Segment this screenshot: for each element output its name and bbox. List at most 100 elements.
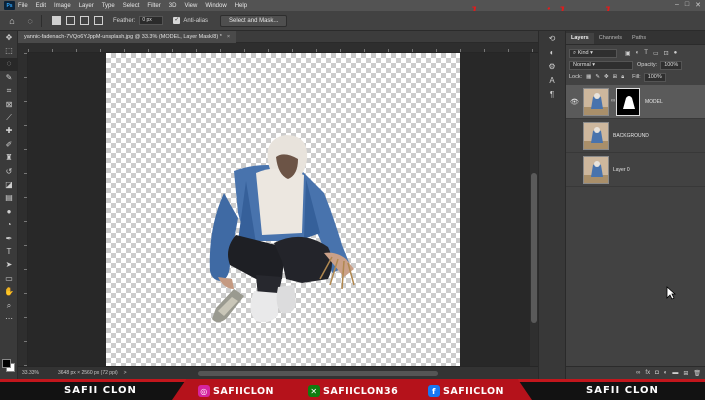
select-and-mask-button[interactable]: Select and Mask... [220,14,288,27]
layer-mask-thumbnail[interactable] [616,88,640,116]
marquee-tool-icon[interactable]: ⬚ [0,44,18,57]
menu-edit[interactable]: Edit [36,3,46,9]
frame-tool-icon[interactable]: ⊠ [0,98,18,111]
layer-name[interactable]: Layer 0 [613,167,630,173]
properties-panel-icon[interactable]: ⚙ [539,59,565,73]
lasso-tool-preset-icon[interactable]: ◌ [24,15,36,27]
adjustments-panel-icon[interactable]: ◐ [539,45,565,59]
menu-image[interactable]: Image [54,3,71,9]
tab-channels[interactable]: Channels [594,33,627,44]
pixel-filter-icon[interactable]: ▣ [625,50,631,57]
photoshop-logo: Ps [4,1,15,10]
document-canvas[interactable] [106,53,460,366]
adjustment-filter-icon[interactable]: ◐ [636,50,640,57]
vertical-ruler[interactable] [18,53,28,366]
layer-name[interactable]: BACKGROUND [613,133,649,139]
zoom-level[interactable]: 33.33% [22,370,52,376]
feather-input[interactable]: 0 px [139,16,164,25]
subtract-from-selection-icon[interactable] [80,16,89,25]
history-panel-icon[interactable]: ⟲ [539,31,565,45]
menu-file[interactable]: File [18,3,28,9]
instagram-handle: ◎ SAFIICLON [198,385,274,397]
color-swatches[interactable] [2,359,16,373]
menu-3d[interactable]: 3D [169,3,177,9]
shape-filter-icon[interactable]: ▭ [653,50,659,57]
lock-artboard-icon[interactable]: ⊞ [613,74,618,80]
mask-link-icon[interactable]: ∞ [611,98,615,104]
tab-layers[interactable]: Layers [566,33,594,44]
lock-transparency-icon[interactable]: ▦ [586,74,591,80]
new-selection-icon[interactable] [52,16,61,25]
horizontal-scrollbar[interactable] [198,371,438,376]
foreground-color-swatch[interactable] [2,359,11,368]
eyedropper-tool-icon[interactable]: ⟋ [0,111,18,124]
menu-view[interactable]: View [184,3,197,9]
lasso-tool-icon[interactable]: ◌ [0,57,18,72]
tab-paths[interactable]: Paths [627,33,651,44]
menu-help[interactable]: Help [235,3,247,9]
rectangle-tool-icon[interactable]: ▭ [0,272,18,285]
menu-filter[interactable]: Filter [147,3,160,9]
horizontal-ruler[interactable] [28,43,538,53]
layer-row-background[interactable]: BACKGROUND [566,119,705,153]
layer-row-model[interactable]: 👁︎ ∞ MODEL [566,85,705,119]
hand-tool-icon[interactable]: ✋ [0,285,18,298]
visibility-eye-icon[interactable]: 👁︎ [570,98,579,106]
close-button[interactable]: ✕ [695,1,701,9]
layer-style-icon[interactable]: fx [645,370,650,376]
new-adjustment-layer-icon[interactable]: ◐ [664,370,668,376]
delete-layer-icon[interactable]: 🗑︎ [693,370,701,377]
document-tab[interactable]: yannic-fadenach-7VQo6YJppM-unsplash.jpg … [18,31,237,43]
link-layers-icon[interactable]: ∞ [636,370,640,376]
new-group-icon[interactable]: ▬ [672,370,678,376]
model-cutout-image [209,135,355,323]
path-selection-tool-icon[interactable]: ➤ [0,259,18,272]
menu-layer[interactable]: Layer [79,3,94,9]
menu-type[interactable]: Type [102,3,115,9]
pen-tool-icon[interactable]: ✒ [0,232,18,245]
quick-selection-tool-icon[interactable]: ✎ [0,71,18,84]
type-filter-icon[interactable]: T [644,50,648,57]
move-tool-icon[interactable]: ✥ [0,31,18,44]
layer-row-layer-0[interactable]: Layer 0 [566,153,705,187]
vertical-scroll-thumb[interactable] [531,173,537,323]
intersect-selection-icon[interactable] [94,16,103,25]
character-panel-icon[interactable]: A [539,73,565,87]
close-tab-icon[interactable]: × [227,34,230,40]
blend-mode-select[interactable]: Normal ▾ [569,60,633,70]
more-tools-icon[interactable]: ⋯ [0,312,18,325]
lock-image-icon[interactable]: ✎ [595,74,600,80]
dodge-tool-icon[interactable]: ◔ [0,218,18,231]
maximize-button[interactable]: □ [685,1,689,9]
clone-stamp-tool-icon[interactable]: ♜ [0,152,18,165]
layer-name[interactable]: MODEL [645,99,663,105]
antialias-checkbox[interactable]: ✓ [173,17,181,24]
gradient-tool-icon[interactable]: ▤ [0,192,18,205]
new-layer-icon[interactable]: ⊞ [683,370,688,377]
add-to-selection-icon[interactable] [66,16,75,25]
add-mask-icon[interactable]: ◘ [655,370,659,376]
zoom-tool-icon[interactable]: ⌕ [0,299,18,312]
minimize-button[interactable]: – [675,1,679,9]
type-tool-icon[interactable]: T [0,245,18,258]
crop-tool-icon[interactable]: ⌗ [0,85,18,98]
history-brush-tool-icon[interactable]: ↺ [0,165,18,178]
menu-select[interactable]: Select [123,3,140,9]
eraser-tool-icon[interactable]: ◪ [0,178,18,191]
home-icon[interactable]: ⌂ [6,15,18,27]
layer-thumbnail [583,88,609,116]
menu-window[interactable]: Window [205,3,226,9]
healing-brush-tool-icon[interactable]: ✚ [0,125,18,138]
brush-tool-icon[interactable]: ✐ [0,138,18,151]
status-menu-arrow[interactable]: > [124,370,127,376]
lock-all-icon[interactable]: 🔒︎ [621,74,624,81]
filter-kind-select[interactable]: ⌕ Kind ▾ [569,48,617,58]
smart-object-filter-icon[interactable]: ⊡ [664,50,669,57]
filter-toggle-icon[interactable]: ● [674,50,678,57]
blur-tool-icon[interactable]: ● [0,205,18,218]
paragraph-panel-icon[interactable]: ¶ [539,87,565,101]
opacity-input[interactable]: 100% [660,60,683,70]
vertical-scrollbar[interactable] [530,53,538,366]
fill-input[interactable]: 100% [643,72,666,82]
lock-position-icon[interactable]: ✥ [604,74,609,80]
